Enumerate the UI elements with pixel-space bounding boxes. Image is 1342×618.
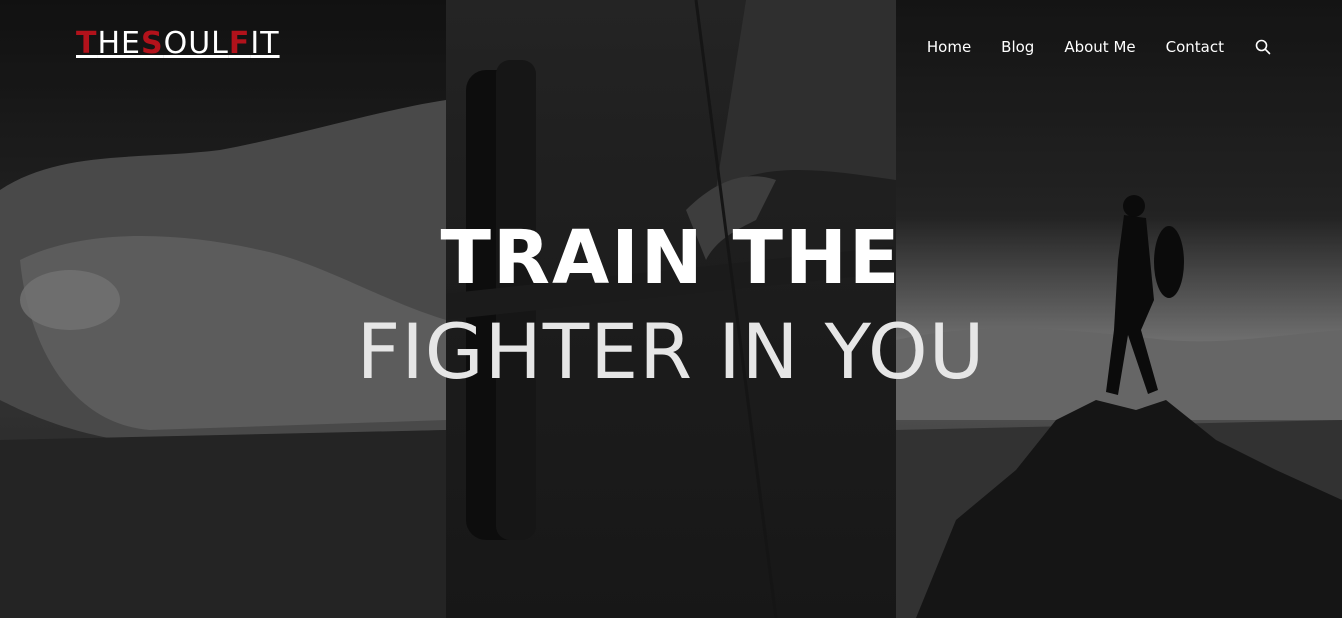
site-header: THESOULFIT Home Blog About Me Contact: [0, 0, 1342, 96]
hero-headline: TRAIN THE FIGHTER IN YOU: [0, 212, 1342, 400]
search-icon[interactable]: [1254, 38, 1272, 56]
logo-letter-t: T: [76, 26, 98, 61]
nav-item-about-me[interactable]: About Me: [1064, 36, 1135, 58]
nav-item-blog[interactable]: Blog: [1001, 36, 1034, 58]
nav-item-home[interactable]: Home: [927, 36, 971, 58]
logo-letter-s: S: [140, 26, 164, 61]
logo-text-oul: OUL: [163, 26, 229, 61]
logo-text-it: IT: [250, 26, 280, 61]
logo-text-he: HE: [97, 26, 141, 61]
logo-letter-f: F: [228, 26, 251, 61]
hero-headline-line1: TRAIN THE: [440, 215, 902, 301]
hero-headline-line2: FIGHTER IN YOU: [356, 307, 986, 396]
site-logo[interactable]: THESOULFIT: [76, 24, 280, 64]
main-nav: Home Blog About Me Contact: [897, 36, 1272, 58]
nav-item-contact[interactable]: Contact: [1166, 36, 1224, 58]
